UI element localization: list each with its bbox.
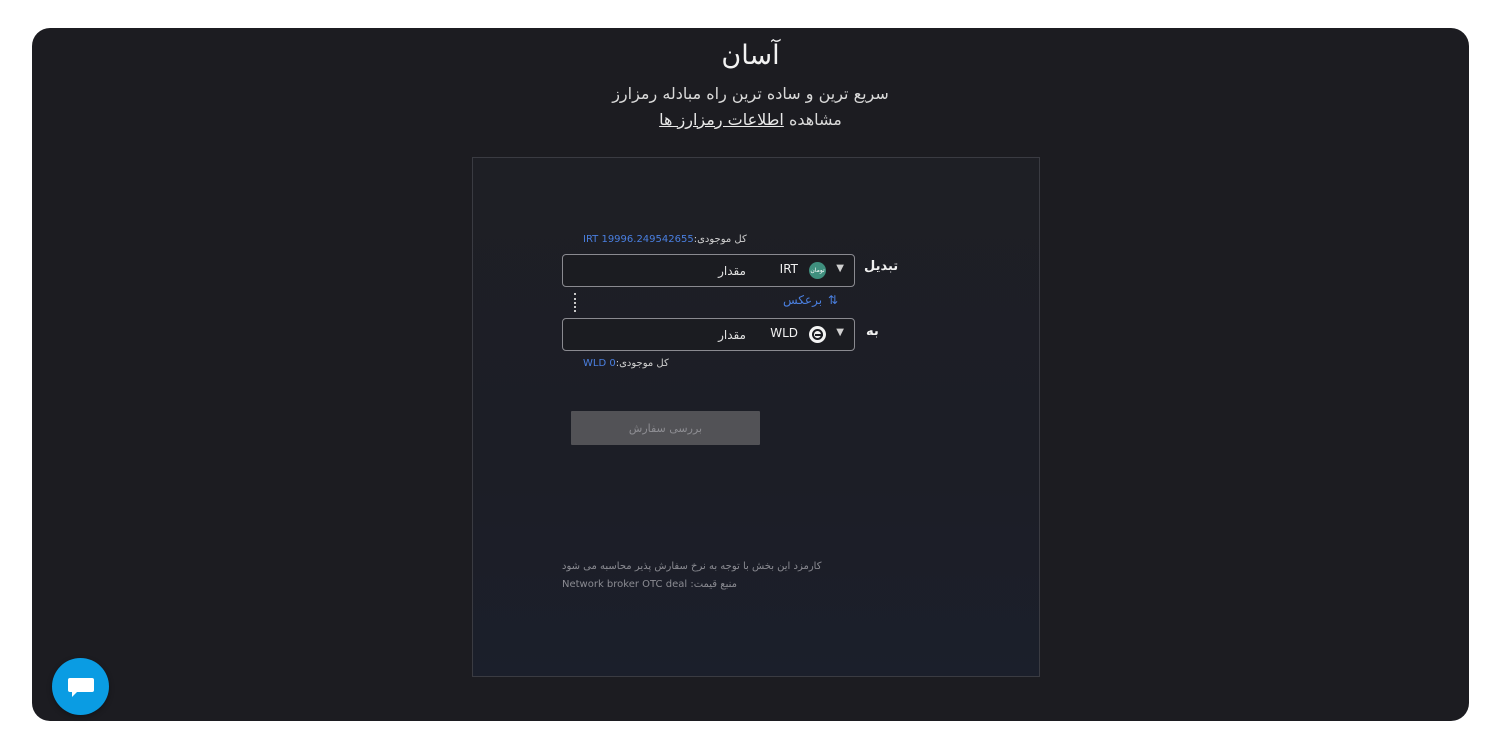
reverse-button[interactable]: برعکس ⇅ [783,293,838,307]
from-balance-label: کل موجودی: [693,234,747,245]
from-label: تبدیل [864,259,899,274]
page-title: آسان [721,40,780,71]
chevron-down-icon[interactable]: ▼ [836,263,844,274]
from-amount-input[interactable] [624,260,748,282]
converter-panel: کل موجودی:IRT 19996.249542655 تبدیل ▼ تو… [472,157,1040,677]
from-balance-value[interactable]: IRT 19996.249542655 [583,234,694,245]
app-frame: آسان سریع ترین و ساده ترین راه مبادله رم… [32,28,1469,721]
from-balance: کل موجودی:IRT 19996.249542655 [583,234,747,245]
to-balance: کل موجودی:WLD 0 [583,358,669,369]
chat-bubble-icon [68,678,94,692]
from-coin-select[interactable]: IRT [780,262,798,276]
review-order-button[interactable]: بررسی سفارش [571,411,760,445]
from-field: ▼ تومان IRT [562,254,855,287]
reverse-label: برعکس [783,293,823,307]
chat-bubble-tail [72,691,78,697]
to-amount-input[interactable] [624,324,748,346]
connector-dotted-line [574,293,576,312]
to-balance-value[interactable]: WLD 0 [583,358,616,369]
view-prefix: مشاهده [788,110,842,129]
toman-icon: تومان [809,262,826,279]
page-subtitle: سریع ترین و ساده ترین راه مبادله رمزارز [612,84,889,103]
swap-arrows-icon: ⇅ [827,293,838,307]
to-balance-label: کل موجودی: [615,358,669,369]
crypto-info-link[interactable]: اطلاعات رمزارز ها [659,110,784,129]
to-field: ▼ WLD [562,318,855,351]
chat-button[interactable] [52,658,109,715]
price-source: منبع قیمت: Network broker OTC deal [562,579,737,590]
chevron-down-icon[interactable]: ▼ [836,327,844,338]
to-label: به [866,324,879,339]
crypto-info-row: مشاهده اطلاعات رمزارز ها [32,110,1469,129]
to-coin-select[interactable]: WLD [770,326,798,340]
worldcoin-icon [809,326,826,343]
fee-note: کارمزد این بخش با توجه به نرخ سفارش پذیر… [562,561,822,572]
